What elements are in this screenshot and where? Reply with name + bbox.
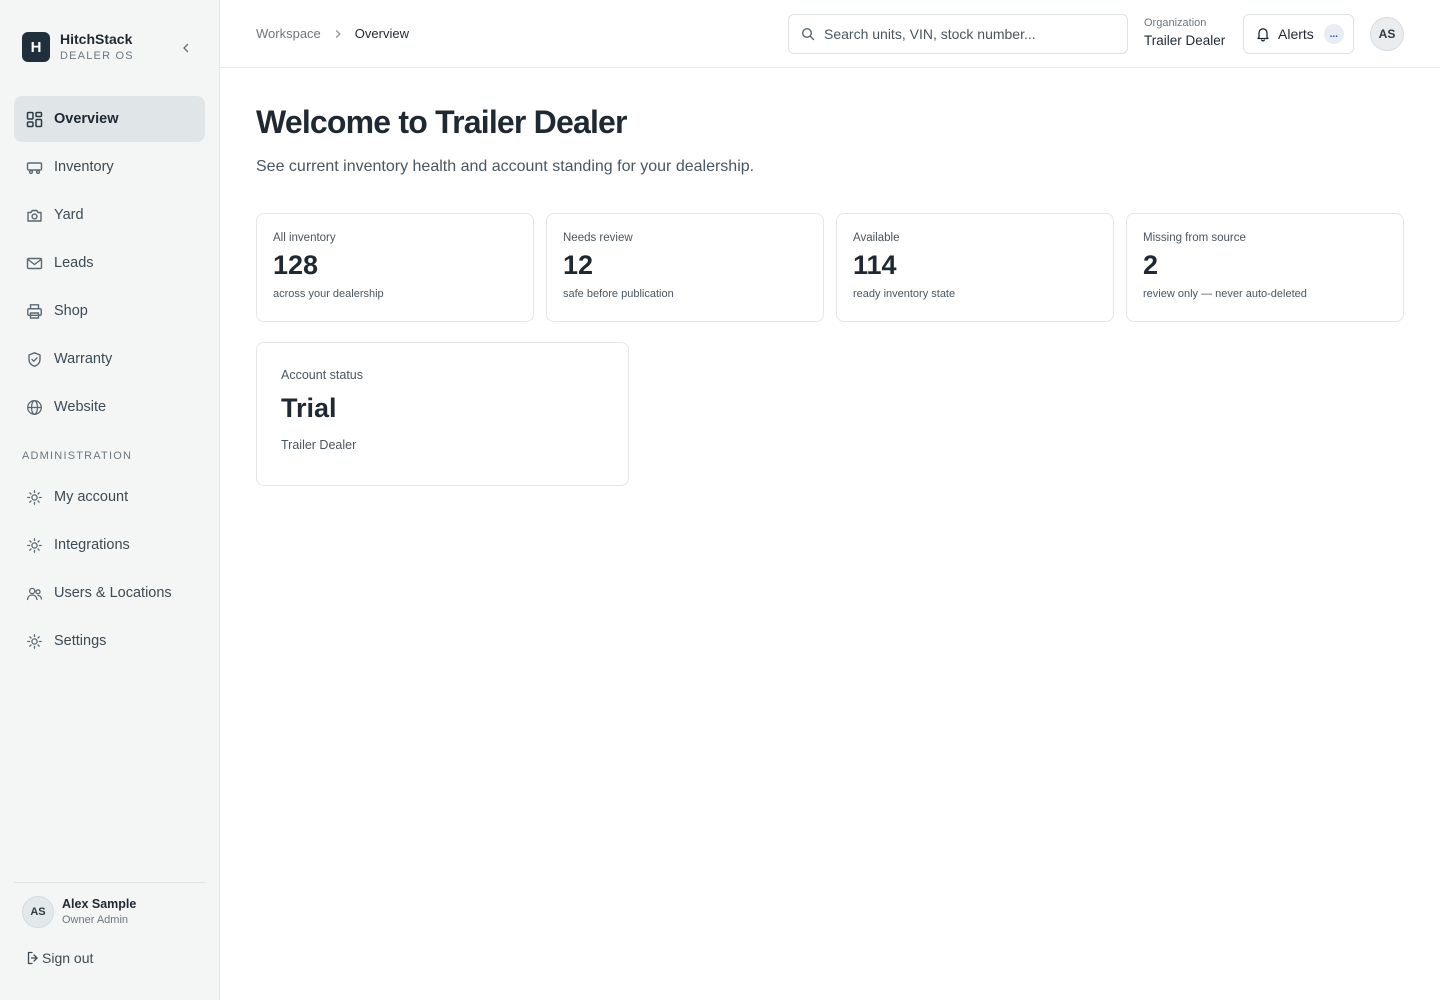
stat-card-needs-review[interactable]: Needs review 12 safe before publication (546, 213, 824, 322)
sidebar-item-leads[interactable]: Leads (14, 240, 205, 286)
sidebar-item-label: Leads (54, 255, 94, 271)
brand-subtitle: DEALER OS (60, 50, 134, 62)
organization-switcher[interactable]: Organization Trailer Dealer (1144, 18, 1225, 48)
sidebar-item-yard[interactable]: Yard (14, 192, 205, 238)
sidebar: H HitchStack DEALER OS Overview Inventor… (0, 0, 220, 1000)
sidebar-item-my-account[interactable]: My account (14, 474, 205, 520)
bell-icon (1257, 28, 1269, 42)
mail-icon (26, 255, 43, 272)
sidebar-item-integrations[interactable]: Integrations (14, 522, 205, 568)
search-icon (801, 27, 815, 41)
sidebar-item-label: My account (54, 489, 129, 505)
administration-section-label: ADMINISTRATION (22, 450, 133, 462)
stat-note: safe before publication (563, 287, 674, 300)
alerts-label: Alerts (1278, 26, 1314, 42)
stat-value: 12 (563, 250, 594, 280)
account-status-value: Trial (281, 393, 337, 423)
stat-label: Available (853, 232, 900, 244)
sidebar-item-users-locations[interactable]: Users & Locations (14, 570, 205, 616)
breadcrumb: Workspace Overview (256, 26, 409, 41)
organization-name: Trailer Dealer (1144, 33, 1226, 48)
printer-icon (26, 303, 43, 320)
brand-name: HitchStack (60, 31, 133, 47)
sidebar-item-website[interactable]: Website (14, 384, 205, 430)
page-subtitle: See current inventory health and account… (256, 158, 755, 175)
alerts-count-badge: ... (1323, 24, 1344, 44)
account-status-card: Account status Trial Trailer Dealer (256, 342, 629, 486)
page-title: Welcome to Trailer Dealer (256, 104, 628, 140)
gear-icon (26, 537, 43, 554)
stat-card-missing-from-source[interactable]: Missing from source 2 review only — neve… (1126, 213, 1404, 322)
chevron-right-icon (333, 29, 343, 39)
admin-nav: My account Integrations Users & Location… (14, 474, 205, 666)
sign-out-label: Sign out (42, 950, 94, 966)
search-box (788, 14, 1128, 54)
stat-note: ready inventory state (853, 287, 956, 300)
alerts-button[interactable]: Alerts ... (1243, 14, 1354, 54)
trailer-icon (26, 159, 43, 176)
gear-icon (26, 633, 43, 650)
sidebar-item-label: Overview (54, 111, 119, 127)
stat-note: review only — never auto-deleted (1143, 287, 1307, 300)
stat-note: across your dealership (273, 287, 384, 300)
stat-value: 2 (1143, 250, 1159, 280)
stat-label: Missing from source (1143, 232, 1246, 244)
stat-label: Needs review (563, 232, 633, 244)
organization-label: Organization (1144, 17, 1207, 29)
sidebar-item-label: Users & Locations (54, 585, 172, 601)
users-icon (26, 585, 43, 602)
current-user[interactable]: AS Alex Sample Owner Admin (22, 896, 136, 928)
stat-card-available[interactable]: Available 114 ready inventory state (836, 213, 1114, 322)
sign-out-icon (27, 951, 38, 965)
stat-card-all-inventory[interactable]: All inventory 128 across your dealership (256, 213, 534, 322)
camera-icon (26, 207, 43, 224)
sidebar-item-label: Website (54, 399, 107, 415)
grid-icon (26, 111, 43, 128)
brand[interactable]: H HitchStack DEALER OS (22, 32, 134, 62)
user-name: Alex Sample (62, 896, 137, 911)
sidebar-item-overview[interactable]: Overview (14, 96, 205, 142)
user-role: Owner Admin (62, 914, 129, 927)
gear-icon (26, 489, 43, 506)
sidebar-item-label: Settings (54, 633, 107, 649)
collapse-sidebar-button[interactable] (176, 38, 196, 58)
stat-value: 114 (853, 250, 897, 280)
sidebar-item-label: Yard (54, 207, 84, 223)
sidebar-item-settings[interactable]: Settings (14, 618, 205, 664)
sign-out-button[interactable]: Sign out (26, 950, 93, 966)
breadcrumb-workspace[interactable]: Workspace (256, 26, 321, 41)
sidebar-item-shop[interactable]: Shop (14, 288, 205, 334)
sidebar-item-label: Shop (54, 303, 88, 319)
sidebar-divider (14, 882, 205, 883)
globe-icon (26, 399, 43, 416)
sidebar-item-inventory[interactable]: Inventory (14, 144, 205, 190)
user-avatar-button[interactable]: AS (1370, 17, 1404, 51)
sidebar-item-label: Inventory (54, 159, 114, 175)
brand-logo-mark: H (22, 32, 50, 62)
sidebar-item-warranty[interactable]: Warranty (14, 336, 205, 382)
shield-check-icon (26, 351, 43, 368)
search-input[interactable] (824, 26, 1114, 42)
chevron-left-icon (183, 43, 189, 53)
breadcrumb-current: Overview (354, 26, 409, 41)
inventory-stats: All inventory 128 across your dealership… (256, 213, 1404, 322)
account-status-note: Trailer Dealer (281, 437, 357, 452)
sidebar-item-label: Warranty (54, 351, 113, 367)
stat-value: 128 (273, 250, 319, 280)
stat-label: All inventory (273, 232, 336, 244)
account-status-label: Account status (281, 368, 363, 382)
sidebar-item-label: Integrations (54, 537, 130, 553)
topbar: Workspace Overview Organization Trailer … (220, 0, 1440, 68)
sidebar-nav: Overview Inventory Yard Leads Shop Warra… (14, 96, 205, 432)
avatar: AS (22, 896, 54, 928)
